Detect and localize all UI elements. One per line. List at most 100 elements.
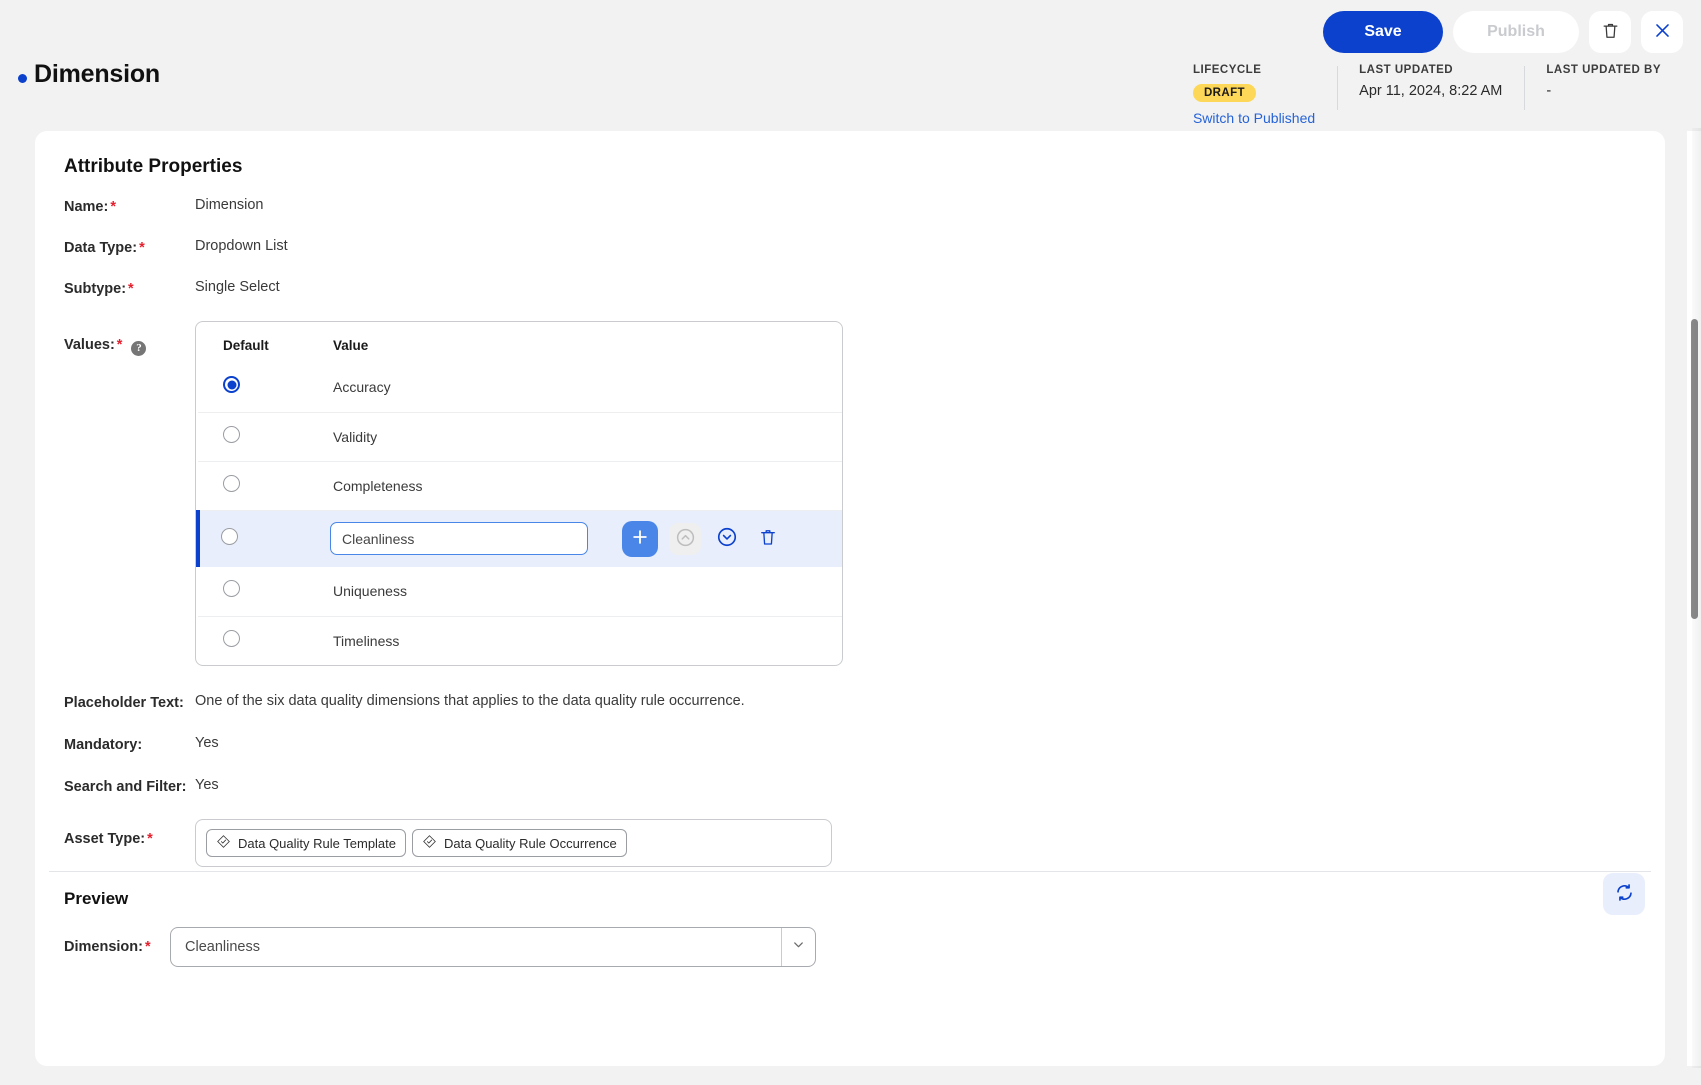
delete-button[interactable]	[1589, 11, 1631, 53]
attribute-form: Name: * Dimension Data Type: * Dropdown Li…	[64, 197, 1665, 867]
name-label: Name: *	[64, 199, 116, 215]
page-title: Dimension	[34, 60, 160, 88]
placeholder-text-label: Placeholder Text:	[64, 695, 184, 711]
default-radio[interactable]	[221, 527, 238, 545]
save-button[interactable]: Save	[1323, 11, 1443, 53]
preview-dimension-select[interactable]: Cleanliness	[170, 927, 816, 967]
status-dot-icon	[18, 74, 27, 83]
page-title-row: Dimension	[18, 60, 160, 89]
close-button[interactable]	[1641, 11, 1683, 53]
delete-value-button[interactable]	[753, 524, 783, 554]
last-updated-by-block: LAST UPDATED BY -	[1524, 64, 1683, 110]
value-cell: Timeliness	[333, 632, 400, 649]
default-cell	[198, 567, 312, 616]
actions-cell	[622, 567, 842, 616]
asset-type-chip[interactable]: Data Quality Rule Occurrence	[412, 829, 627, 857]
default-radio[interactable]	[223, 580, 240, 598]
default-cell	[198, 412, 312, 461]
preview-dimension-label: Dimension: *	[64, 939, 151, 955]
asset-type-chip-container[interactable]: Data Quality Rule Template Data Quality …	[195, 819, 832, 867]
required-marker: *	[139, 240, 145, 256]
asset-type-chip-label: Data Quality Rule Template	[238, 835, 397, 851]
column-header-value: Value	[333, 338, 369, 353]
diamond-check-icon	[216, 834, 231, 852]
diamond-check-icon	[422, 834, 437, 852]
metadata-bar: LIFECYCLE DRAFT Switch to Published LAST…	[1171, 64, 1683, 126]
field-subtype: Subtype: * Single Select	[64, 279, 1665, 297]
attribute-properties-card: Attribute Properties Name: * Dimension Da…	[35, 131, 1665, 1066]
default-radio[interactable]	[223, 629, 240, 647]
required-marker: *	[116, 337, 123, 353]
chevron-up-circle-icon	[675, 527, 696, 551]
mandatory-label: Mandatory:	[64, 737, 143, 753]
last-updated-by-label: LAST UPDATED BY	[1546, 64, 1661, 76]
default-radio[interactable]	[223, 376, 240, 394]
last-updated-by-value: -	[1546, 83, 1552, 99]
last-updated-block: LAST UPDATED Apr 11, 2024, 8:22 AM	[1337, 64, 1524, 110]
value-cell: Completeness	[333, 477, 423, 494]
add-value-button[interactable]	[622, 520, 658, 557]
required-marker: *	[147, 831, 153, 847]
values-label: Values: * ?	[64, 321, 195, 356]
asset-type-chip-label: Data Quality Rule Occurrence	[444, 835, 617, 851]
asset-type-chip[interactable]: Data Quality Rule Template	[206, 829, 407, 857]
field-asset-type: Asset Type:* Data Quality Rule Template	[64, 819, 1665, 867]
field-name: Name: * Dimension	[64, 197, 1665, 215]
table-row[interactable]: Uniqueness	[198, 567, 842, 616]
scrollbar-track[interactable]	[1687, 131, 1701, 1066]
trash-icon	[758, 527, 778, 550]
name-value: Dimension	[195, 197, 264, 213]
required-marker: *	[110, 199, 116, 215]
section-title: Attribute Properties	[64, 156, 243, 177]
field-data-type: Data Type: * Dropdown List	[64, 238, 1665, 256]
mandatory-value: Yes	[195, 735, 219, 751]
switch-to-published-link[interactable]: Switch to Published	[1193, 110, 1315, 126]
plus-icon	[630, 527, 650, 550]
values-table-container: Default Value Accuracy Validity Complete…	[195, 321, 843, 666]
lifecycle-block: LIFECYCLE DRAFT Switch to Published	[1171, 64, 1337, 126]
data-type-label: Data Type: *	[64, 240, 145, 256]
table-row-editing[interactable]	[196, 510, 842, 567]
preview-dimension-row: Dimension: * Cleanliness	[64, 927, 816, 967]
move-down-button[interactable]	[712, 524, 742, 554]
values-table-body: Accuracy Validity Completeness Cleanline…	[196, 363, 842, 665]
last-updated-value: Apr 11, 2024, 8:22 AM	[1359, 83, 1503, 99]
lifecycle-label: LIFECYCLE	[1192, 64, 1262, 76]
refresh-preview-button[interactable]	[1603, 873, 1645, 915]
table-row[interactable]: Validity	[198, 412, 842, 461]
default-radio[interactable]	[223, 425, 240, 443]
table-row[interactable]: Timeliness	[198, 616, 842, 665]
chevron-down-circle-icon	[716, 526, 738, 551]
refresh-icon	[1614, 882, 1635, 906]
value-cell-editing	[312, 510, 622, 567]
field-values: Values: * ? Default Value Accuracy Valid…	[64, 321, 1665, 666]
close-icon	[1653, 21, 1672, 43]
data-type-value: Dropdown List	[195, 238, 288, 254]
actions-cell	[622, 363, 842, 412]
preview-dimension-selected-value: Cleanliness	[185, 939, 260, 955]
value-cell: Validity	[333, 428, 378, 445]
chevron-down-icon	[791, 937, 806, 957]
subtype-value: Single Select	[195, 279, 280, 295]
scrollbar-thumb[interactable]	[1691, 319, 1698, 619]
values-header-row: Default Value	[198, 322, 842, 363]
required-marker: *	[144, 939, 151, 955]
help-icon[interactable]: ?	[131, 340, 147, 356]
default-cell	[198, 363, 312, 412]
move-up-button[interactable]	[669, 522, 701, 555]
asset-type-label: Asset Type: *	[64, 831, 153, 847]
table-row[interactable]: Completeness	[198, 461, 842, 510]
value-cell: Accuracy	[333, 379, 391, 396]
placeholder-text-value: One of the six data quality dimensions t…	[195, 693, 745, 709]
section-divider	[49, 871, 1651, 872]
default-radio[interactable]	[223, 474, 240, 492]
table-row[interactable]: Accuracy	[198, 363, 842, 412]
top-bar: Save Publish Dimension LIFECYCLE DRAFT S…	[0, 0, 1701, 128]
column-header-default: Default	[223, 338, 269, 353]
field-placeholder-text: Placeholder Text: One of the six data qu…	[64, 693, 1665, 711]
value-input[interactable]	[330, 522, 588, 556]
actions-cell	[622, 616, 842, 665]
preview-dimension-caret[interactable]	[781, 928, 815, 966]
publish-button[interactable]: Publish	[1453, 11, 1579, 53]
actions-cell	[622, 412, 842, 461]
